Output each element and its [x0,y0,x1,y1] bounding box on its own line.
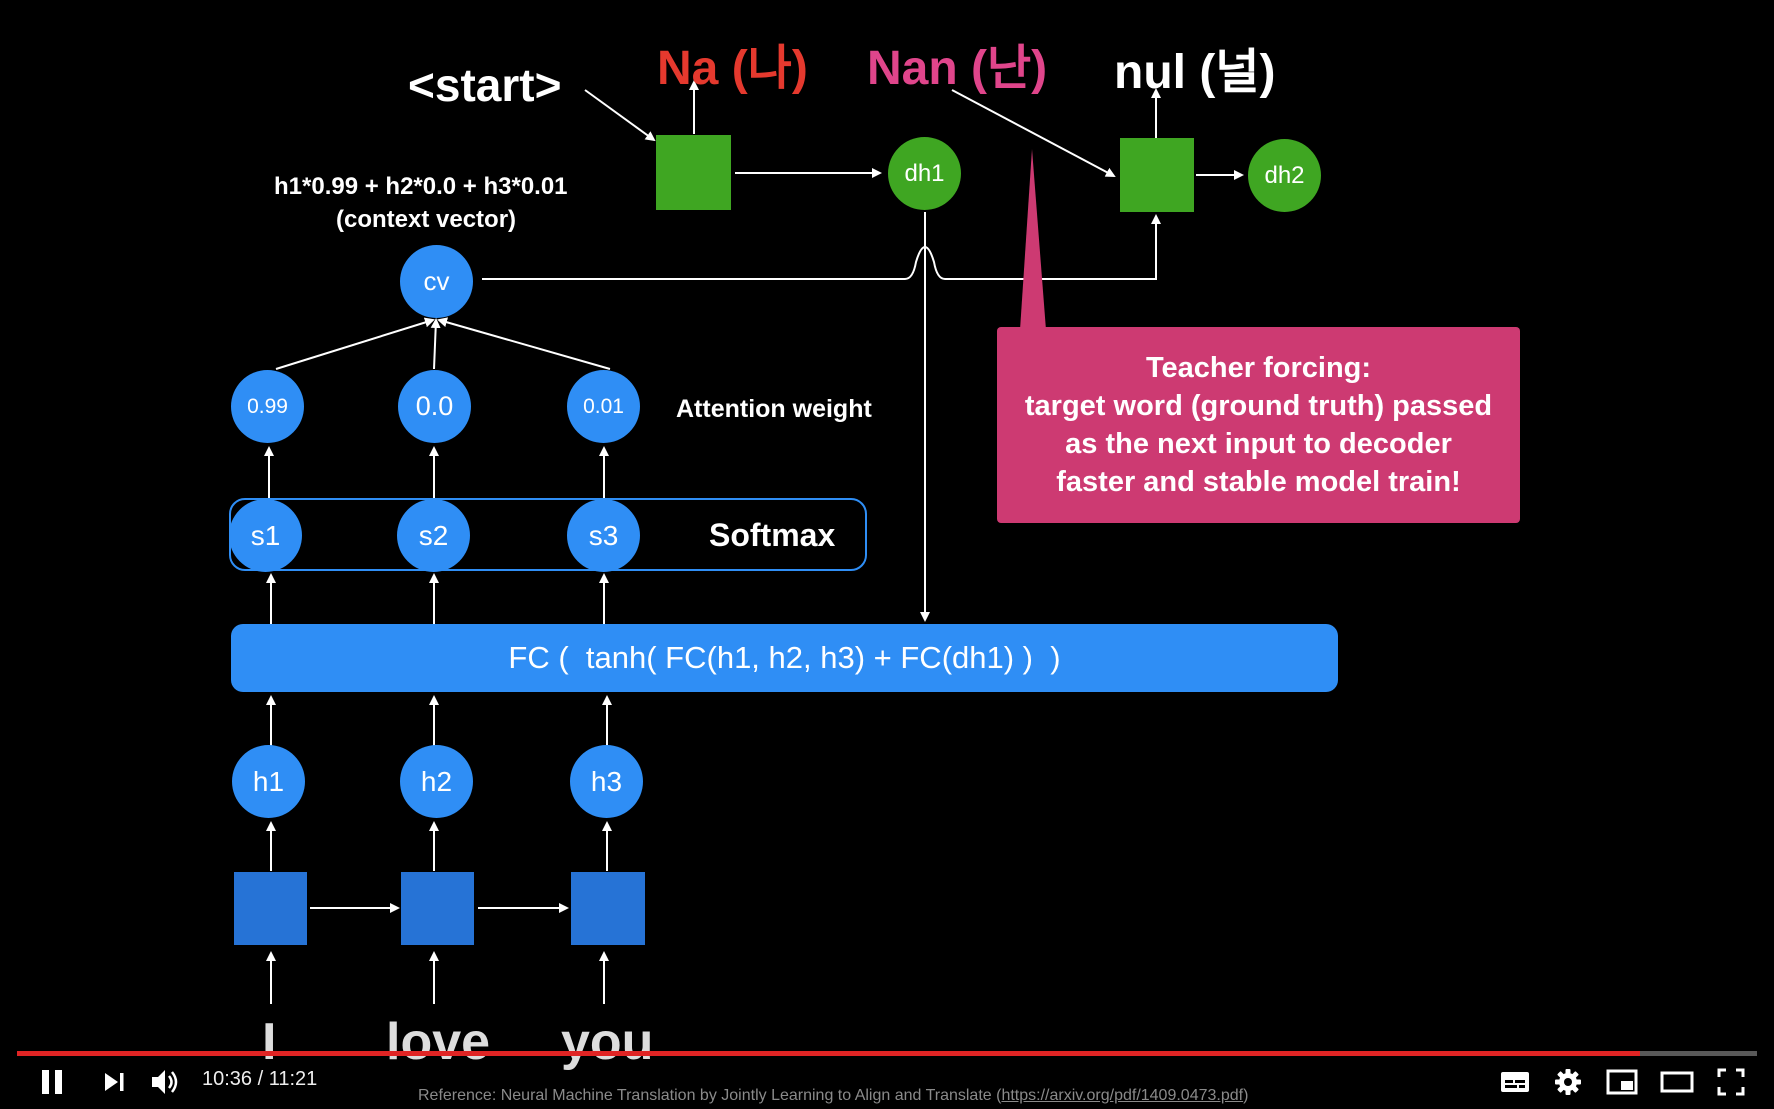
attention-weight-3: 0.01 [567,370,640,443]
output-word-nan: Nan (난) [867,42,1048,95]
fc-formula: FC ( tanh( FC(h1, h2, h3) + FC(dh1) ) ) [508,640,1061,675]
volume-icon [152,1070,178,1094]
theater-button[interactable] [1658,1064,1696,1100]
context-vector-cv: cv [400,245,473,318]
next-icon [105,1073,124,1091]
subtitles-icon [1501,1072,1529,1092]
next-button[interactable] [98,1066,130,1098]
encoder-hidden-h1: h1 [232,745,305,818]
decoder-hidden-dh1: dh1 [888,137,961,210]
theater-icon [1660,1071,1694,1093]
start-token: <start> [408,59,562,111]
pause-icon [42,1070,62,1094]
attention-weight-1: 0.99 [231,370,304,443]
fc-layer-bar: FC ( tanh( FC(h1, h2, h3) + FC(dh1) ) ) [231,624,1338,692]
encoder-hidden-h3: h3 [570,745,643,818]
reference-text: Reference: Neural Machine Translation by… [418,1087,1002,1104]
progress-bar[interactable] [17,1051,1757,1056]
subtitles-button[interactable] [1497,1064,1533,1100]
score-s2: s2 [397,499,470,572]
volume-button[interactable] [148,1064,184,1100]
output-word-na: Na (나) [657,42,808,95]
output-word-nul: nul (널) [1114,46,1276,99]
decoder-hidden-dh2: dh2 [1248,139,1321,212]
video-frame[interactable]: <start> Na (나) Nan (난) nul (널) dh1 dh2 h… [0,0,1774,1109]
encoder-cell-1 [234,872,307,945]
fullscreen-icon [1717,1068,1745,1096]
teacher-forcing-callout: Teacher forcing: target word (ground tru… [997,327,1520,523]
miniplayer-button[interactable] [1604,1064,1640,1100]
teacher-line-3: as the next input to decoder [1065,428,1452,460]
progress-fill [17,1051,1641,1056]
settings-icon [1555,1069,1581,1095]
reference-link[interactable]: https://arxiv.org/pdf/1409.0473.pdf [1001,1087,1243,1104]
reference-close: ) [1243,1087,1249,1104]
input-word-i: I [262,1013,277,1071]
teacher-line-2: target word (ground truth) passed [1024,390,1493,422]
encoder-cell-3 [571,872,645,945]
pause-button[interactable] [36,1066,68,1098]
fullscreen-button[interactable] [1713,1064,1749,1100]
miniplayer-icon [1606,1069,1638,1095]
score-s1: s1 [229,499,302,572]
decoder-cell-2 [1120,138,1194,212]
context-caption: (context vector) [336,206,517,233]
input-word-love: love [386,1013,491,1071]
context-formula: h1*0.99 + h2*0.0 + h3*0.01 [274,173,568,200]
score-s3: s3 [567,499,640,572]
softmax-label: Softmax [709,517,836,553]
encoder-hidden-h2: h2 [400,745,473,818]
teacher-line-1: Teacher forcing: [1145,352,1372,384]
decoder-cell-1 [656,135,731,210]
time-display: 10:36 / 11:21 [202,1068,318,1090]
input-word-you: you [561,1013,654,1071]
teacher-pointer [1020,149,1046,330]
teacher-line-4: faster and stable model train! [1056,466,1461,498]
settings-button[interactable] [1550,1064,1586,1100]
attention-weight-label: Attention weight [676,395,872,423]
attention-weight-2: 0.0 [398,370,471,443]
encoder-cell-2 [401,872,474,945]
reference-caption: Reference: Neural Machine Translation by… [418,1087,1248,1105]
